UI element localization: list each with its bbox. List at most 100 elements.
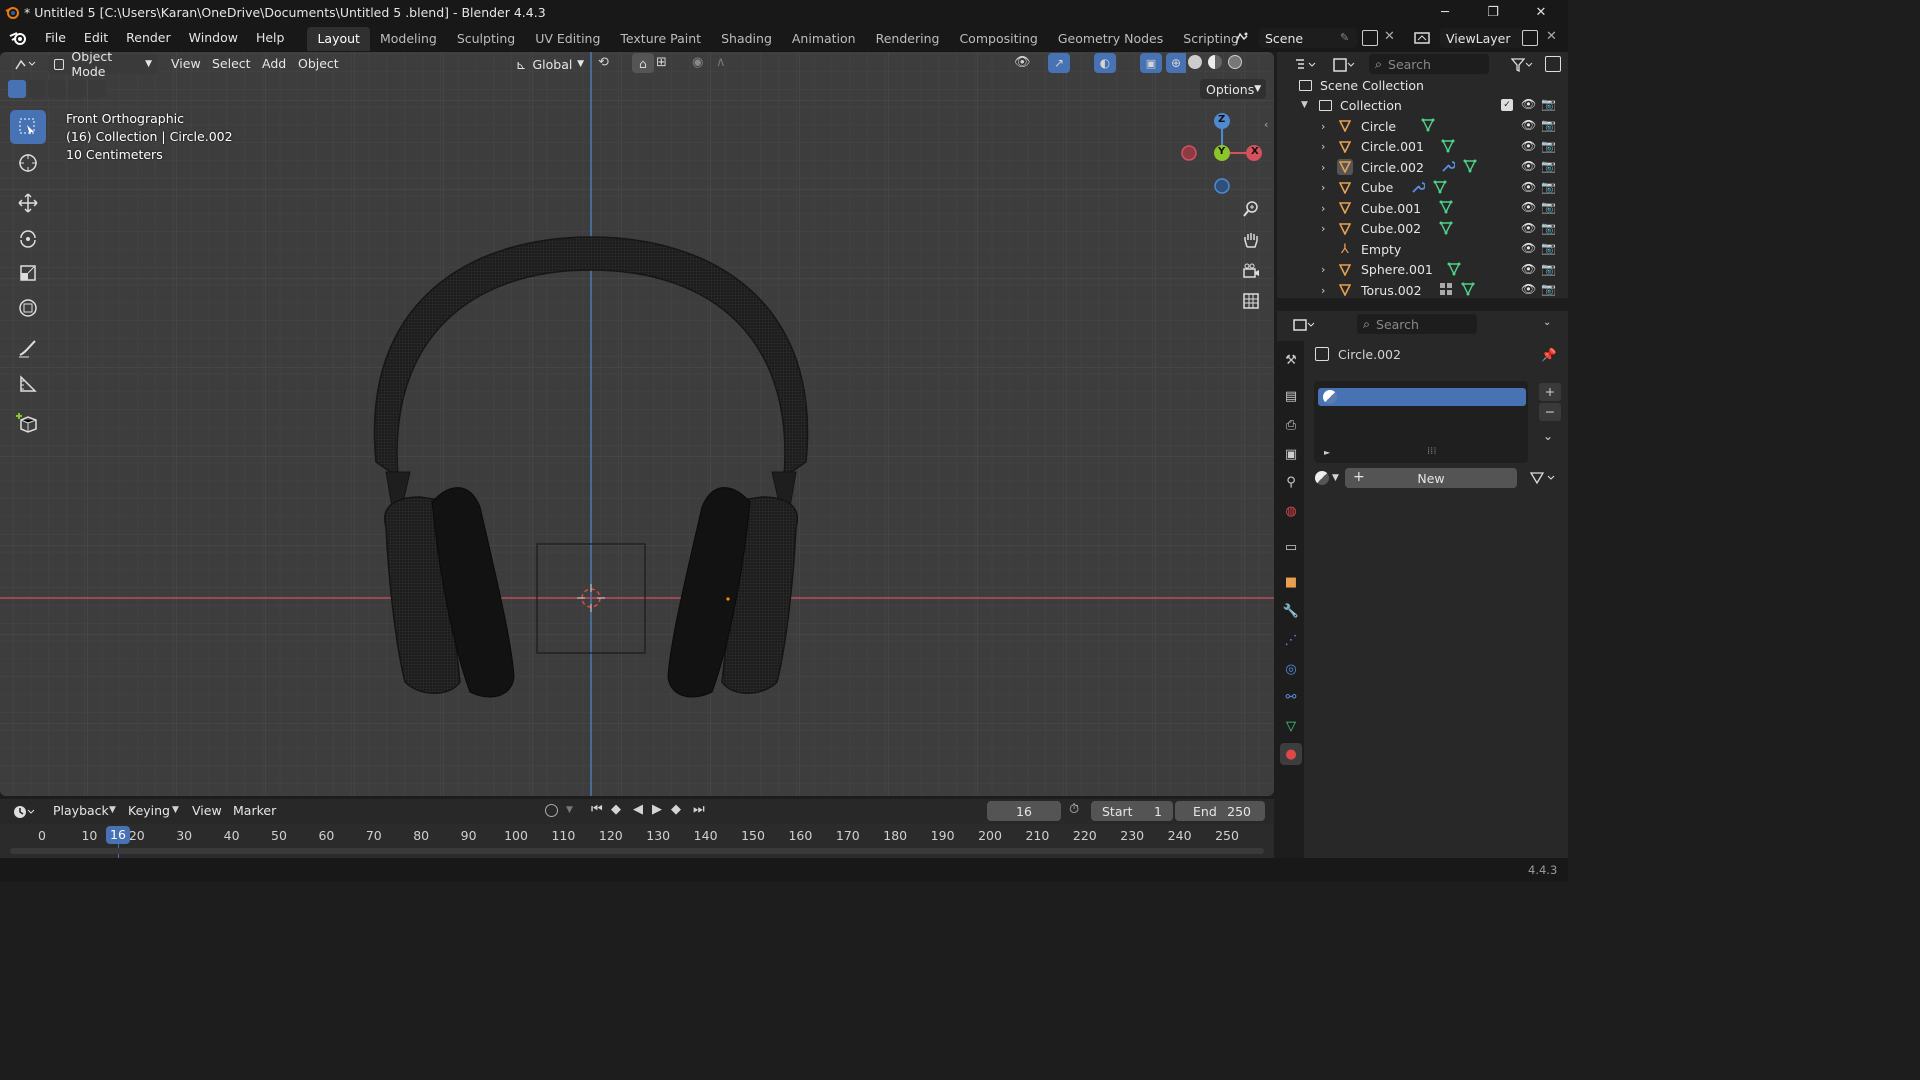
camera-view-icon[interactable] <box>1238 258 1264 284</box>
tab-modeling[interactable]: Modeling <box>370 27 447 51</box>
next-keyframe-icon[interactable]: ◆ <box>671 802 681 817</box>
eye-icon[interactable]: 👁 <box>1521 180 1536 194</box>
menu-window[interactable]: Window <box>180 24 247 52</box>
tab-geometry-nodes[interactable]: Geometry Nodes <box>1048 27 1173 51</box>
select-extend-icon[interactable] <box>28 80 46 98</box>
select-invert-icon[interactable] <box>68 80 86 98</box>
delete-scene-icon[interactable]: ✕ <box>1384 29 1395 44</box>
collection-row[interactable]: ▼ Collection ✓ 👁 📷 <box>1277 95 1568 115</box>
outliner-item-torus-002[interactable]: › Torus.002 👁 📷 <box>1277 280 1568 300</box>
camera-icon[interactable]: 📷 <box>1541 282 1556 296</box>
slot-specials-icon[interactable]: ⌄ <box>1543 429 1553 443</box>
viewport-menu-view[interactable]: View <box>164 53 208 75</box>
eye-icon[interactable]: 👁 <box>1521 282 1536 296</box>
eye-icon[interactable]: 👁 <box>1521 241 1536 255</box>
timeline-menu-view[interactable]: View <box>185 800 229 822</box>
viewport-menu-select[interactable]: Select <box>205 53 258 75</box>
tab-sculpting[interactable]: Sculpting <box>447 27 525 51</box>
timeline-menu-marker[interactable]: Marker <box>226 800 283 822</box>
tab-view-layer-icon[interactable]: ▣ <box>1280 443 1302 465</box>
tab-rendering[interactable]: Rendering <box>866 27 950 51</box>
3d-viewport[interactable]: Object Mode ▼ View Select Add Object ⊾ G… <box>0 52 1274 796</box>
mesh-data-icon[interactable] <box>1439 221 1453 235</box>
mesh-data-icon[interactable] <box>1463 159 1477 173</box>
visibility-icon[interactable]: 👁 <box>1014 55 1031 70</box>
outliner-item-cube[interactable]: › Cube 👁 📷 <box>1277 178 1568 198</box>
camera-icon[interactable]: 📷 <box>1541 159 1556 173</box>
snap-target-icon[interactable]: ⊞ <box>656 55 667 70</box>
link-data-icon[interactable] <box>1529 469 1561 487</box>
new-view-layer-icon[interactable] <box>1522 30 1538 46</box>
wrench-icon[interactable] <box>1411 180 1425 194</box>
tab-render-icon[interactable]: ▤ <box>1280 385 1302 407</box>
viewport-menu-add[interactable]: Add <box>255 53 293 75</box>
tab-animation[interactable]: Animation <box>782 27 866 51</box>
eye-icon[interactable]: 👁 <box>1521 262 1536 276</box>
proportional-edit-icon[interactable]: ◉ <box>692 55 703 70</box>
tab-material-icon[interactable]: ● <box>1280 743 1302 765</box>
cursor-tool[interactable] <box>10 146 46 180</box>
camera-icon[interactable]: 📷 <box>1541 180 1556 194</box>
new-scene-icon[interactable] <box>1362 30 1378 46</box>
maximize-button[interactable]: ❐ <box>1470 0 1516 24</box>
rotate-tool[interactable] <box>10 221 46 255</box>
chevron-right-icon[interactable]: › <box>1321 120 1331 133</box>
chevron-right-icon[interactable]: › <box>1321 284 1331 297</box>
properties-search-input[interactable]: ⌕ Search <box>1357 314 1477 334</box>
options-dropdown[interactable]: Options ▼ <box>1200 79 1266 99</box>
solid-shading-icon[interactable] <box>1188 55 1202 69</box>
falloff-icon[interactable]: ∧ <box>716 55 726 70</box>
gizmo-toggle-icon[interactable]: ↗ <box>1048 53 1070 73</box>
select-subtract-icon[interactable] <box>48 80 66 98</box>
outliner-item-circle-002[interactable]: › Circle.002 👁 📷 <box>1277 157 1568 177</box>
editor-type-icon[interactable] <box>8 53 42 75</box>
mesh-data-icon[interactable] <box>1441 139 1455 153</box>
pivot-point-icon[interactable]: ⟲ <box>598 55 609 70</box>
select-intersect-icon[interactable] <box>88 80 106 98</box>
annotate-tool[interactable] <box>10 331 46 365</box>
tab-compositing[interactable]: Compositing <box>949 27 1047 51</box>
playhead-frame-badge[interactable]: 16 <box>106 826 130 844</box>
viewport-menu-object[interactable]: Object <box>291 53 346 75</box>
add-cube-tool[interactable] <box>10 406 46 440</box>
exclude-checkbox[interactable]: ✓ <box>1501 99 1513 111</box>
chevron-right-icon[interactable]: › <box>1321 140 1331 153</box>
tab-object-icon[interactable]: ■ <box>1280 571 1302 593</box>
outliner-item-circle[interactable]: › Circle 👁 📷 <box>1277 116 1568 136</box>
wireframe-shading-icon[interactable]: ⊕ <box>1166 53 1186 73</box>
mesh-data-icon[interactable] <box>1421 118 1435 132</box>
filter-icon[interactable] <box>1505 55 1539 75</box>
outliner-item-cube-002[interactable]: › Cube.002 👁 📷 <box>1277 219 1568 239</box>
tab-particles-icon[interactable]: ⋰ <box>1280 629 1302 651</box>
eye-icon[interactable]: 👁 <box>1521 139 1536 153</box>
tab-layout[interactable]: Layout <box>307 27 370 51</box>
start-frame-field[interactable]: Start 1 <box>1091 801 1173 821</box>
eye-icon[interactable]: 👁 <box>1521 118 1536 132</box>
add-slot-button[interactable]: + <box>1539 383 1561 401</box>
minimize-button[interactable]: ─ <box>1422 0 1468 24</box>
material-shading-icon[interactable] <box>1208 55 1222 69</box>
outliner-item-empty[interactable]: ⅄ Empty 👁 📷 <box>1277 239 1568 259</box>
tab-data-icon[interactable]: ▽ <box>1280 715 1302 737</box>
object-mode-dropdown[interactable]: Object Mode ▼ <box>48 52 158 79</box>
tab-texture-paint[interactable]: Texture Paint <box>610 27 711 51</box>
camera-icon[interactable]: 📷 <box>1541 118 1556 132</box>
eye-icon[interactable]: 👁 <box>1521 159 1536 173</box>
select-box-tool[interactable] <box>10 110 46 144</box>
snap-toggle-icon[interactable]: ⌂ <box>632 53 654 73</box>
jump-start-icon[interactable]: ⏮ <box>591 802 603 817</box>
blender-menu-icon[interactable] <box>0 30 36 46</box>
pan-hand-icon[interactable] <box>1238 227 1264 253</box>
resize-handle-icon[interactable]: ⁞⁞⁞ <box>1427 446 1437 457</box>
jump-end-icon[interactable]: ⏭ <box>693 802 705 817</box>
tab-scene-icon[interactable]: ⚲ <box>1280 471 1302 493</box>
camera-icon[interactable]: 📷 <box>1541 262 1556 276</box>
camera-icon[interactable]: 📷 <box>1541 221 1556 235</box>
mesh-data-icon[interactable] <box>1433 180 1447 194</box>
measure-tool[interactable] <box>10 367 46 401</box>
menu-edit[interactable]: Edit <box>75 24 117 52</box>
chevron-right-icon[interactable]: › <box>1321 222 1331 235</box>
tab-constraints-icon[interactable]: ⚯ <box>1280 686 1302 708</box>
scene-collection-row[interactable]: Scene Collection <box>1277 75 1568 95</box>
outliner-item-circle-001[interactable]: › Circle.001 👁 📷 <box>1277 137 1568 157</box>
